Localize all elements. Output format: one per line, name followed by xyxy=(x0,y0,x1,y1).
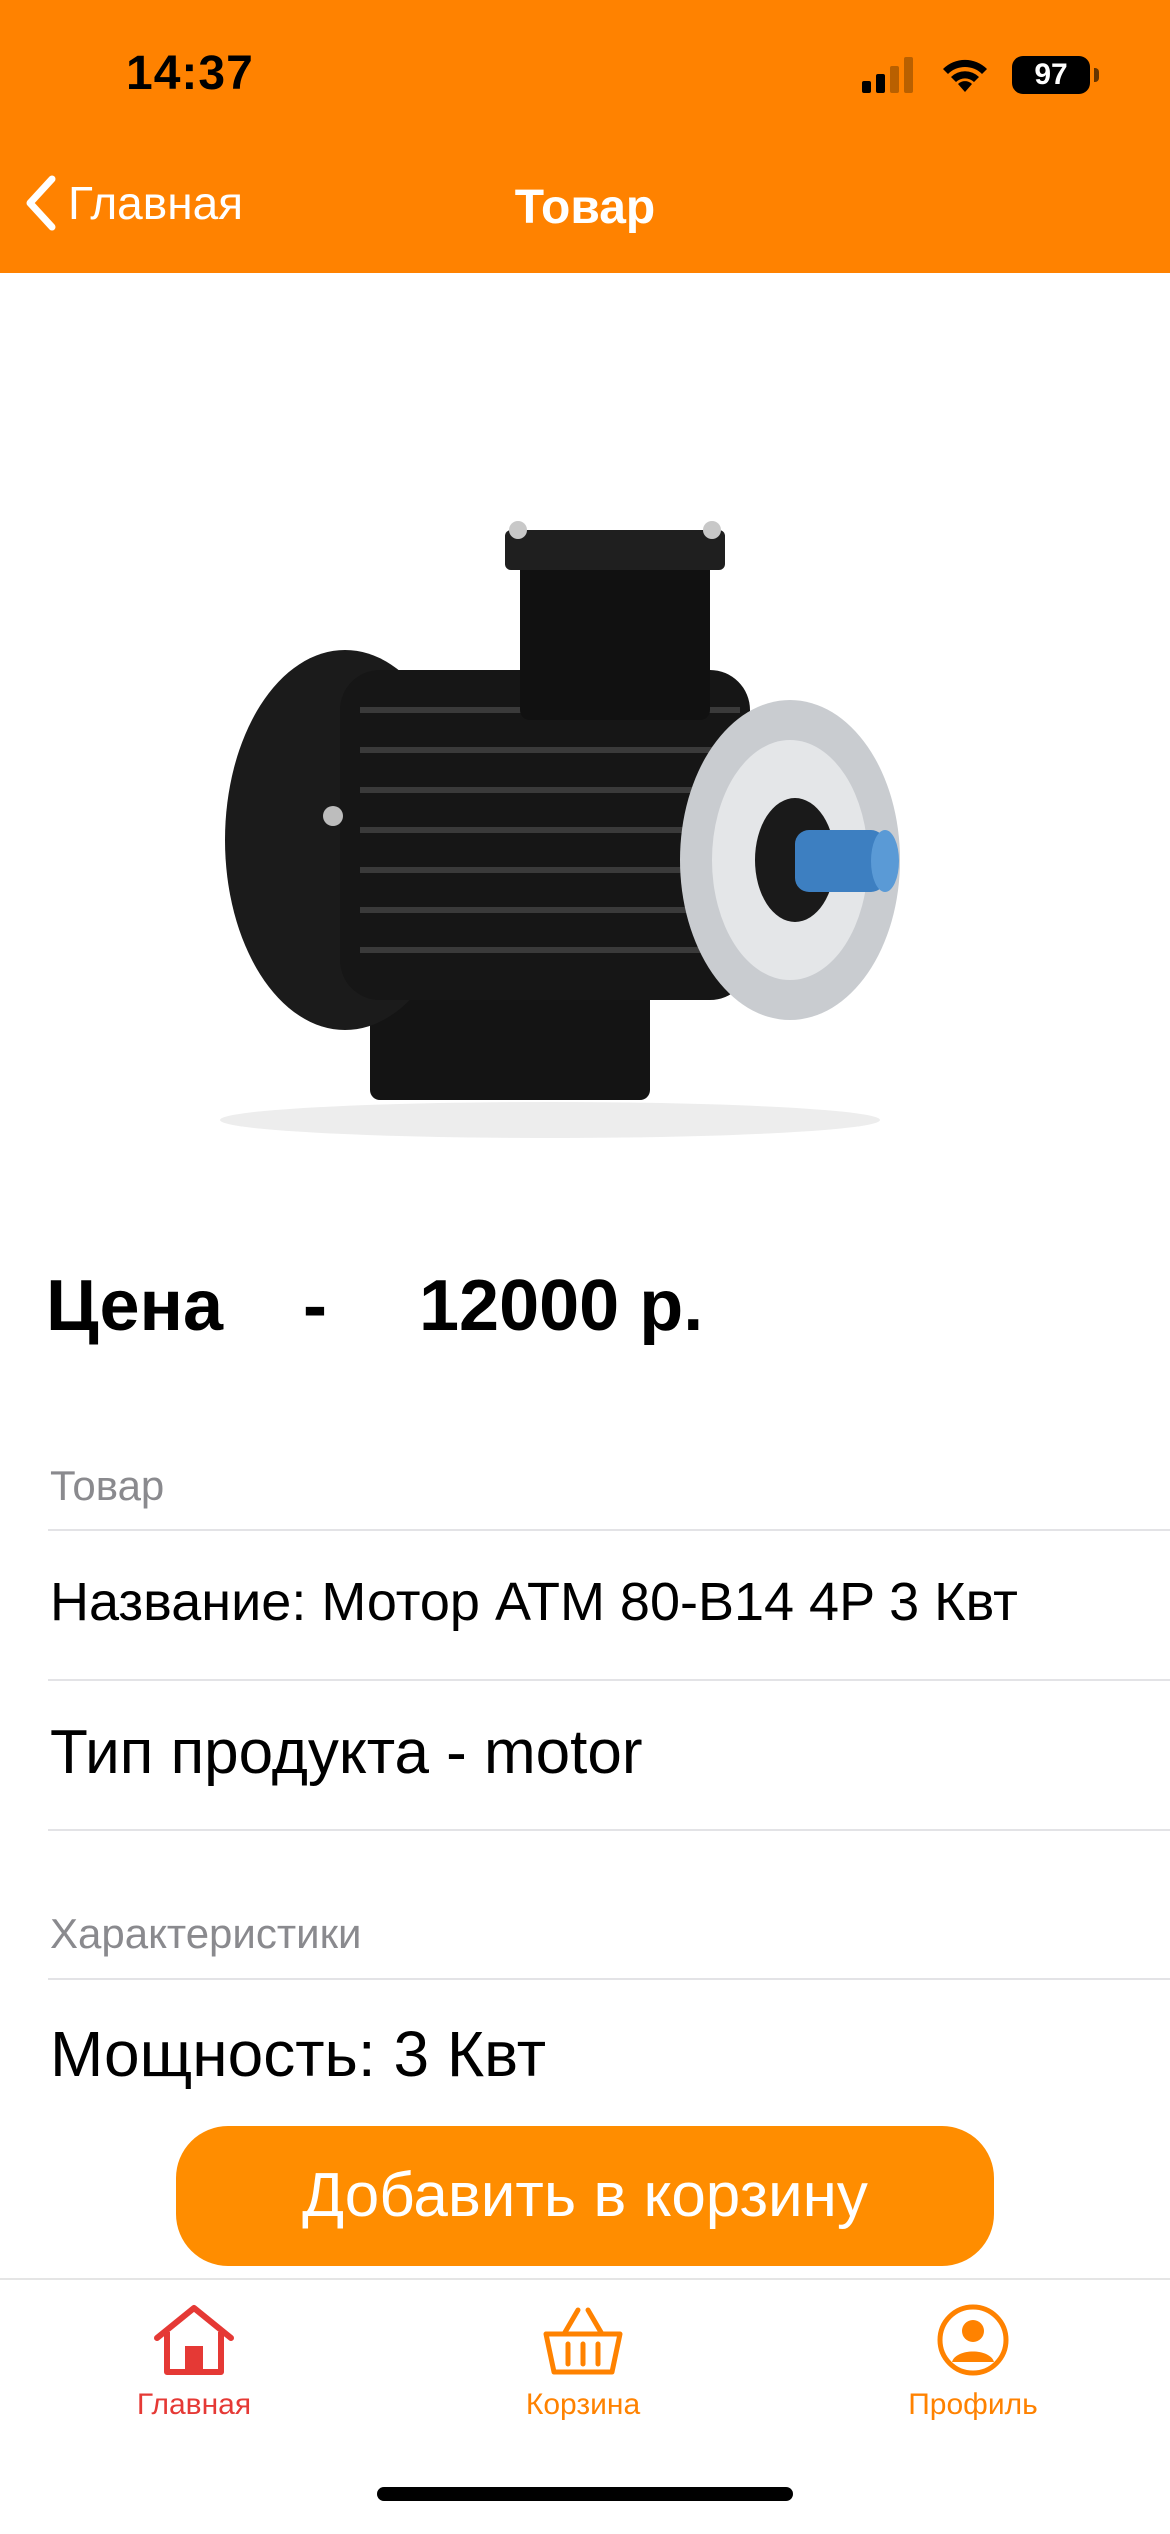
tab-cart-label: Корзина xyxy=(525,2388,641,2421)
tab-home[interactable]: Главная xyxy=(64,2302,324,2422)
home-icon xyxy=(154,2305,234,2375)
product-name-row: Название: Мотор ATM 80-B14 4P 3 Квт xyxy=(50,1572,1018,1632)
home-indicator xyxy=(377,2487,793,2501)
divider xyxy=(48,1529,1170,1531)
wifi-icon xyxy=(943,59,987,92)
divider xyxy=(48,1978,1170,1980)
power-spec-row: Мощность: 3 Квт xyxy=(50,2018,546,2090)
cellular-signal-icon xyxy=(862,57,913,93)
basket-icon xyxy=(543,2307,623,2375)
section-title-specs: Характеристики xyxy=(50,1910,362,1957)
divider xyxy=(48,1829,1170,1831)
profile-icon xyxy=(937,2304,1009,2376)
price-value: 12000 р. xyxy=(419,1266,704,1346)
tab-profile[interactable]: Профиль xyxy=(843,2302,1103,2422)
product-type-row: Тип продукта - motor xyxy=(50,1718,643,1787)
status-icons: 97 xyxy=(862,56,1099,94)
status-time: 14:37 xyxy=(126,47,254,100)
battery-indicator: 97 xyxy=(1012,56,1099,94)
tab-profile-label: Профиль xyxy=(908,2388,1038,2421)
price-separator: - xyxy=(303,1266,327,1346)
price-row: Цена - 12000 р. xyxy=(46,1265,703,1347)
navigation-header: 14:37 97 Главная Товар xyxy=(0,0,1170,273)
page-title: Товар xyxy=(514,181,656,234)
tab-cart[interactable]: Корзина xyxy=(453,2302,713,2422)
battery-level: 97 xyxy=(1034,58,1068,91)
divider xyxy=(48,1679,1170,1681)
add-to-cart-button[interactable]: Добавить в корзину xyxy=(176,2126,994,2266)
product-image xyxy=(220,521,900,1138)
section-title-product: Товар xyxy=(50,1462,165,1509)
price-label: Цена xyxy=(46,1266,224,1346)
tab-home-label: Главная xyxy=(136,2388,252,2421)
